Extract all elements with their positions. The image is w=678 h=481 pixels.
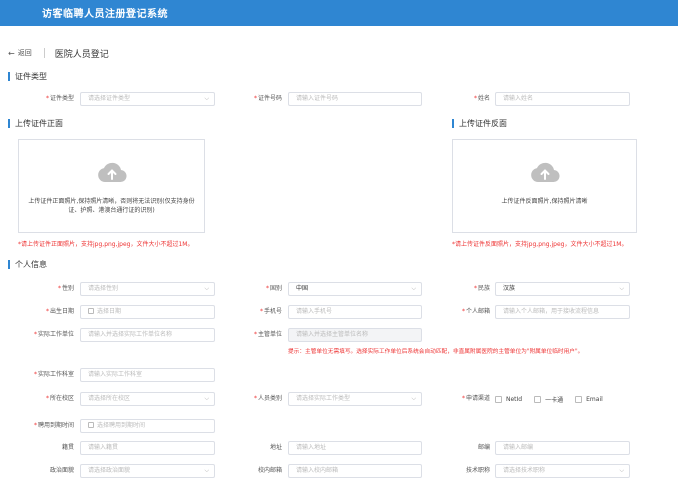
section-personal: 个人信息 <box>8 259 47 269</box>
checkbox <box>534 395 542 403</box>
upload-cloud-icon <box>530 162 560 183</box>
chevron-down-icon: ⌵ <box>619 467 624 474</box>
chevron-down-icon: ⌵ <box>411 395 416 402</box>
section-back: 上传证件反面 <box>452 118 507 128</box>
app-header: 访客临聘人员注册登记系统 <box>0 0 678 26</box>
campus-select[interactable]: 请选择所在校区 ⌵ <box>80 392 215 406</box>
calendar-icon <box>88 308 94 314</box>
name-input[interactable]: 请输入姓名 <box>495 92 630 106</box>
phone-input[interactable]: 请输入手机号 <box>288 305 422 319</box>
mgmt-unit-tip: 提示：主管单位无需填写。选择实际工作单位后系统会自动匹配，非直属附属医院的主管单… <box>288 349 584 355</box>
email-label: *个人邮箱 <box>461 308 490 315</box>
back-upload-area[interactable]: 上传证件反面照片,保持照片清晰 <box>452 139 637 233</box>
party-label: 政治面貌 <box>49 467 74 474</box>
channel-options: NetId 一卡通 Email <box>495 394 615 404</box>
ethnic-label: *民族 <box>473 285 490 292</box>
chevron-down-icon: ⌵ <box>204 95 209 102</box>
term-date-picker[interactable]: 选择聘用到期时间 <box>80 419 215 433</box>
birth-date-picker[interactable]: 选择日期 <box>80 305 215 319</box>
id-number-label: *证件号码 <box>253 95 282 102</box>
dept-label: *实际工作科室 <box>33 371 74 378</box>
campus-email-label: 校内邮箱 <box>257 467 282 474</box>
channel-option-netid[interactable]: NetId <box>495 395 522 403</box>
origin-input[interactable]: 请输入籍贯 <box>80 441 215 455</box>
app-title: 访客临聘人员注册登记系统 <box>42 9 168 20</box>
back-upload-warning: *请上传证件反面照片，支持jpg,png,jpeg，文件大小不超过1M。 <box>452 241 628 248</box>
phone-label: *手机号 <box>259 308 282 315</box>
front-upload-area[interactable]: 上传证件正面照片,保持照片清晰，否则将无法识别(仅支持身份证、护照、港澳台通行证… <box>18 139 205 233</box>
origin-label: 籍贯 <box>61 444 74 451</box>
campus-label: *所在校区 <box>45 395 74 402</box>
chevron-down-icon: ⌵ <box>411 285 416 292</box>
checkbox <box>495 395 502 403</box>
page-title: 医院人员登记 <box>54 49 109 60</box>
channel-label: *申请渠道 <box>461 395 490 402</box>
back-upload-hint: 上传证件反面照片,保持照片清晰 <box>501 198 588 205</box>
section-id-type: 证件类型 <box>8 71 47 81</box>
chevron-down-icon: ⌵ <box>204 285 209 292</box>
postcode-label: 邮编 <box>477 444 490 451</box>
workunit-label: *实际工作单位 <box>33 331 74 338</box>
back-link[interactable]: 返回 <box>18 48 32 58</box>
tech-title-select[interactable]: 请选择技术职称 ⌵ <box>495 464 630 478</box>
mgmt-unit-input: 请输入并选择主管单位名称 <box>288 328 422 342</box>
gender-select[interactable]: 请选择性别 ⌵ <box>80 282 215 296</box>
checkbox <box>575 395 583 403</box>
nation-select[interactable]: 中国 ⌵ <box>288 282 422 296</box>
dept-input[interactable]: 请输入实际工作科室 <box>80 368 215 382</box>
section-front: 上传证件正面 <box>8 118 63 128</box>
campus-email-input[interactable]: 请输入校内邮箱 <box>288 464 422 478</box>
front-upload-hint: 上传证件正面照片,保持照片清晰，否则将无法识别(仅支持身份证、护照、港澳台通行证… <box>28 198 195 214</box>
birth-label: *出生日期 <box>45 308 74 315</box>
divider <box>43 48 45 58</box>
address-label: 地址 <box>269 444 282 451</box>
chevron-down-icon: ⌵ <box>204 395 209 402</box>
back-arrow-icon[interactable]: ← <box>8 49 15 58</box>
term-label: *聘用到期时间 <box>33 422 74 429</box>
upload-cloud-icon <box>97 162 127 183</box>
calendar-icon <box>88 422 94 428</box>
email-input[interactable]: 请输入个人邮箱，用于接收流程信息 <box>495 305 630 319</box>
postcode-input[interactable]: 请输入邮编 <box>495 441 630 455</box>
channel-option-card[interactable]: 一卡通 <box>534 395 563 404</box>
breadcrumb: ← 返回 医院人员登记 <box>8 46 109 60</box>
party-select[interactable]: 请选择政治面貌 ⌵ <box>80 464 215 478</box>
id-number-input[interactable]: 请输入证件号码 <box>288 92 422 106</box>
chevron-down-icon: ⌵ <box>619 285 624 292</box>
ethnic-select[interactable]: 汉族 ⌵ <box>495 282 630 296</box>
mgmt-unit-label: *主管单位 <box>253 331 282 338</box>
front-upload-warning: *请上传证件正面照片，支持jpg,png,jpeg，文件大小不超过1M。 <box>18 241 194 248</box>
chevron-down-icon: ⌵ <box>204 467 209 474</box>
name-label: *姓名 <box>473 95 490 102</box>
tech-title-label: 技术职称 <box>465 467 490 474</box>
nation-label: *国别 <box>265 285 282 292</box>
workunit-input[interactable]: 请输入并选择实际工作单位名称 <box>80 328 215 342</box>
address-input[interactable]: 请输入地址 <box>288 441 422 455</box>
id-type-select[interactable]: 请选择证件类型 ⌵ <box>80 92 215 106</box>
gender-label: *性别 <box>57 285 74 292</box>
channel-option-email[interactable]: Email <box>575 395 603 403</box>
person-type-label: *人员类别 <box>253 395 282 402</box>
id-type-label: *证件类型 <box>45 95 74 102</box>
person-type-select[interactable]: 请选择实际工作类型 ⌵ <box>288 392 422 406</box>
